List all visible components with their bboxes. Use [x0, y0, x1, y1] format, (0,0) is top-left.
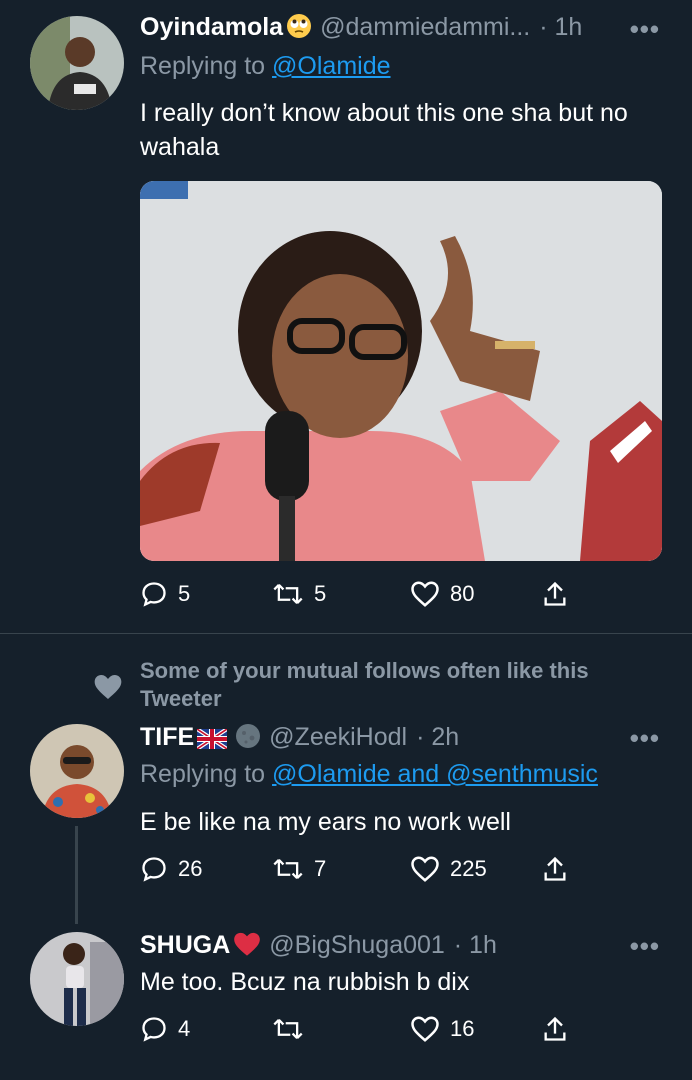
avatar[interactable]	[30, 16, 124, 110]
retweet-icon	[273, 584, 303, 604]
replying-prefix: Replying to	[140, 760, 273, 788]
mention-link[interactable]: @Olamide	[272, 52, 390, 80]
more-options-icon[interactable]: •••	[630, 931, 660, 962]
reply-button[interactable]: 5	[140, 580, 190, 608]
uk-flag-emoji-icon	[196, 726, 229, 756]
like-count: 16	[450, 1016, 475, 1041]
display-name[interactable]: Oyindamola	[140, 13, 283, 41]
retweet-icon	[273, 1019, 303, 1039]
share-button[interactable]	[542, 1015, 568, 1043]
tweet-header: Oyindamola @dammiedammi... · 1h	[140, 12, 582, 46]
retweet-button[interactable]: 5	[272, 580, 326, 608]
reply-button[interactable]: 4	[140, 1015, 190, 1043]
share-button[interactable]	[542, 580, 568, 608]
retweet-button[interactable]	[272, 1015, 314, 1043]
replying-to: Replying to @Olamide and @senthmusic	[140, 760, 598, 789]
tweet-actions: 5 5 80	[140, 580, 580, 610]
tweet-actions: 4 16	[140, 1015, 580, 1045]
more-options-icon[interactable]: •••	[630, 14, 660, 45]
new-moon-face-emoji-icon	[235, 723, 261, 756]
timestamp[interactable]: · 1h	[539, 13, 582, 41]
share-icon	[544, 856, 566, 881]
like-button[interactable]: 80	[410, 580, 474, 608]
tweet-header: TIFE @ZeekiHodl · 2h	[140, 722, 459, 756]
social-context-note: Some of your mutual follows often like t…	[140, 658, 589, 711]
heart-icon	[411, 856, 439, 882]
reply-icon	[142, 1017, 166, 1042]
reply-count: 5	[178, 581, 191, 606]
timestamp[interactable]: · 2h	[416, 723, 459, 751]
heart-icon	[92, 672, 124, 707]
retweet-button[interactable]: 7	[272, 855, 326, 883]
user-handle[interactable]: @ZeekiHodl	[269, 723, 407, 751]
thread-connector-line	[75, 826, 78, 924]
tweet-header: SHUGA @BigShuga001 · 1h	[140, 930, 497, 964]
avatar[interactable]	[30, 932, 124, 1026]
user-handle[interactable]: @dammiedammi...	[320, 13, 530, 41]
display-name[interactable]: TIFE	[140, 723, 194, 751]
share-icon	[544, 581, 566, 606]
share-button[interactable]	[542, 855, 568, 883]
eye-roll-emoji-icon	[286, 13, 312, 46]
more-options-icon[interactable]: •••	[630, 723, 660, 754]
user-handle[interactable]: @BigShuga001	[269, 931, 445, 959]
heart-icon	[411, 1016, 439, 1042]
retweet-count: 5	[314, 581, 327, 606]
retweet-count: 7	[314, 856, 327, 881]
tweet-text: I really don’t know about this one sha b…	[140, 99, 628, 161]
timestamp[interactable]: · 1h	[454, 931, 497, 959]
replying-to: Replying to @Olamide	[140, 52, 391, 81]
reply-icon	[142, 857, 166, 882]
tweet-media-image[interactable]	[140, 181, 662, 561]
display-name[interactable]: SHUGA	[140, 931, 230, 959]
replying-prefix: Replying to	[140, 52, 273, 80]
like-count: 80	[450, 581, 475, 606]
tweet-actions: 26 7 225	[140, 855, 580, 885]
share-icon	[544, 1016, 566, 1041]
tweet-divider	[0, 633, 692, 634]
like-button[interactable]: 225	[410, 855, 487, 883]
tweet-text: E be like na my ears no work well	[140, 808, 511, 836]
heart-icon	[411, 581, 439, 607]
reply-icon	[142, 582, 166, 607]
red-heart-emoji-icon	[233, 931, 261, 964]
retweet-icon	[273, 859, 303, 879]
reply-button[interactable]: 26	[140, 855, 202, 883]
reply-count: 4	[178, 1016, 191, 1041]
tweet-text: Me too. Bcuz na rubbish b dix	[140, 968, 470, 996]
avatar[interactable]	[30, 724, 124, 818]
reply-count: 26	[178, 856, 203, 881]
mention-link[interactable]: @Olamide and @senthmusic	[272, 760, 598, 788]
like-button[interactable]: 16	[410, 1015, 474, 1043]
like-count: 225	[450, 856, 487, 881]
